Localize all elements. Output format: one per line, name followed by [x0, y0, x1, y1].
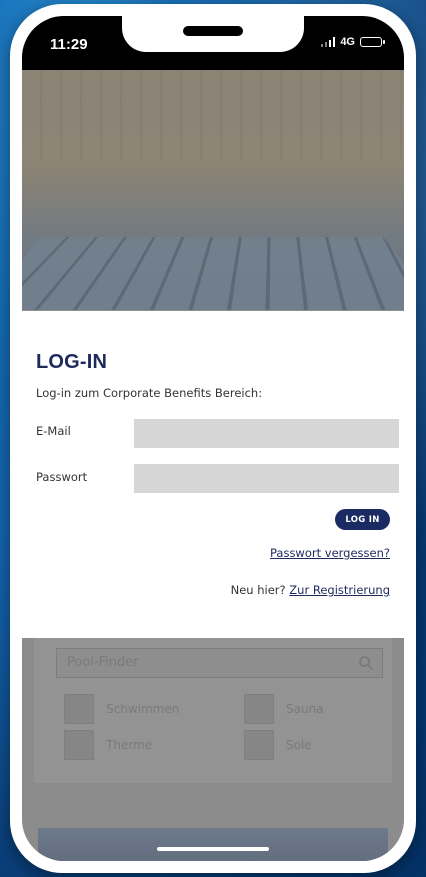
filter-label: Sauna	[286, 702, 324, 716]
checkbox[interactable]	[64, 694, 94, 724]
forgot-password-link[interactable]: Passwort vergessen?	[270, 546, 390, 560]
filter-sauna[interactable]: Sauna	[244, 694, 324, 724]
email-label: E-Mail	[36, 424, 71, 438]
pool-hero-image	[22, 70, 404, 310]
email-field[interactable]	[134, 419, 399, 448]
login-title: LOG-IN	[36, 351, 108, 373]
signal-icon	[320, 37, 336, 47]
home-indicator[interactable]	[157, 847, 269, 851]
dimmed-page-content: Pool-Finder Schwimmen Sauna Therme Sole	[22, 638, 404, 861]
login-button[interactable]: LOG IN	[335, 509, 390, 530]
status-indicators: 4G	[320, 36, 385, 48]
filter-label: Therme	[106, 738, 153, 752]
status-time: 11:29	[50, 36, 88, 53]
notch	[122, 16, 304, 52]
checkbox[interactable]	[64, 730, 94, 760]
filter-schwimmen[interactable]: Schwimmen	[64, 694, 179, 724]
filter-label: Schwimmen	[106, 702, 180, 716]
filter-label: Sole	[286, 738, 312, 752]
register-link[interactable]: Zur Registrierung	[289, 583, 390, 597]
login-subtitle: Log-in zum Corporate Benefits Bereich:	[36, 386, 263, 400]
phone-frame: 11:29 4G LOG-IN Log-in zum Corporate Ben…	[10, 4, 416, 873]
checkbox[interactable]	[244, 694, 274, 724]
phone-screen: 11:29 4G LOG-IN Log-in zum Corporate Ben…	[22, 16, 404, 861]
status-bar: 11:29 4G	[22, 16, 404, 70]
password-label: Passwort	[36, 470, 88, 484]
new-here-text: Neu hier?	[230, 583, 286, 597]
checkbox[interactable]	[244, 730, 274, 760]
password-field[interactable]	[134, 464, 399, 493]
search-input[interactable]: Pool-Finder	[56, 648, 383, 678]
search-icon	[359, 656, 374, 671]
network-type: 4G	[340, 36, 355, 48]
login-modal: LOG-IN Log-in zum Corporate Benefits Ber…	[22, 311, 404, 638]
search-placeholder: Pool-Finder	[67, 655, 139, 670]
battery-icon	[360, 37, 385, 47]
pool-finder-card: Pool-Finder Schwimmen Sauna Therme Sole	[34, 638, 392, 783]
register-row: Neu hier? Zur Registrierung	[231, 583, 390, 597]
filter-therme[interactable]: Therme	[64, 730, 152, 760]
teaser-image	[38, 828, 388, 861]
filter-sole[interactable]: Sole	[244, 730, 312, 760]
